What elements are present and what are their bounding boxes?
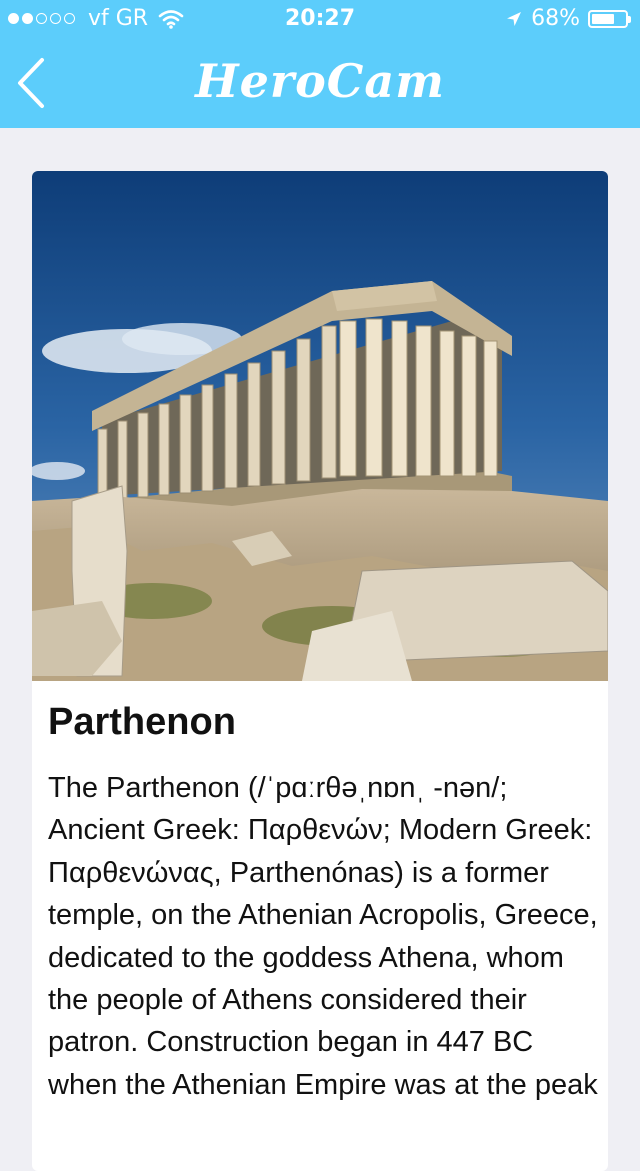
battery-icon — [588, 9, 631, 28]
app-title: HeroCam — [195, 54, 445, 108]
location-arrow-icon — [507, 11, 522, 26]
navigation-bar: HeroCam — [0, 40, 640, 128]
battery-percentage: 68% — [531, 6, 580, 31]
article-title: Parthenon — [48, 701, 236, 743]
status-bar: vf GR 20:27 68% — [0, 0, 640, 40]
article-card: Parthenon The Parthenon (/ˈpɑːrθəˌnɒnˌ -… — [32, 171, 608, 1171]
battery-level-fill — [592, 13, 614, 24]
article-body: The Parthenon (/ˈpɑːrθəˌnɒnˌ -nən/; Anci… — [48, 772, 598, 1101]
app-header: vf GR 20:27 68% HeroCam — [0, 0, 640, 128]
status-right: 68% — [505, 6, 631, 31]
parthenon-photo — [32, 171, 608, 681]
